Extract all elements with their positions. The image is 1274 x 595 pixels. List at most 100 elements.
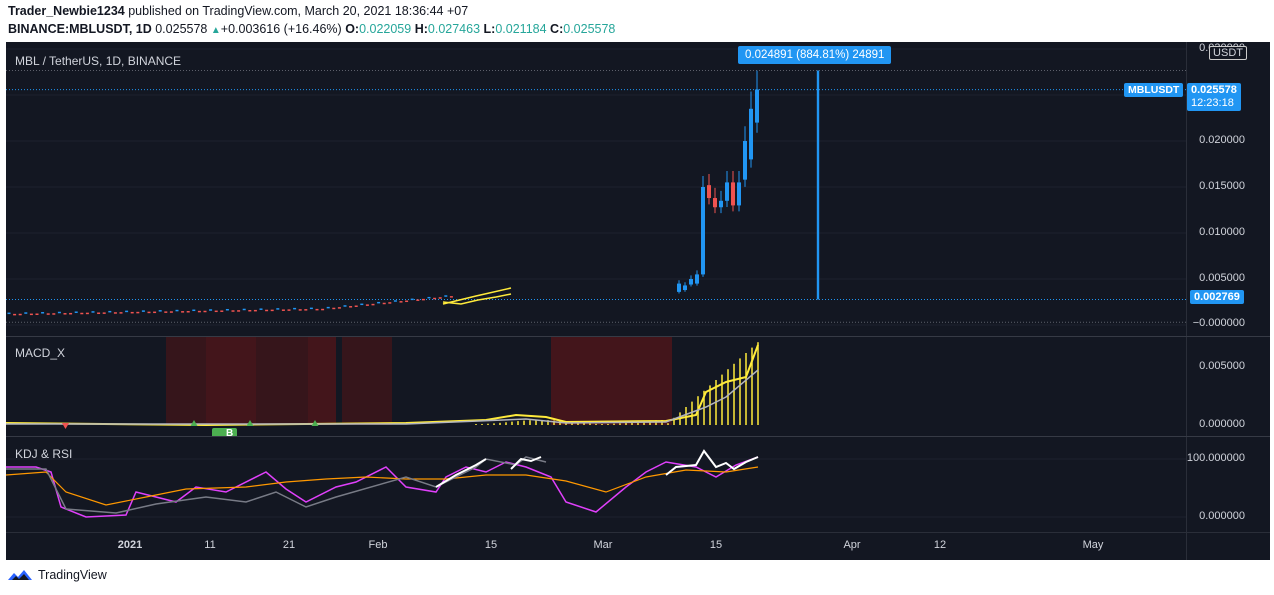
candle bbox=[46, 313, 50, 315]
candle bbox=[192, 309, 196, 312]
date-label: 15 bbox=[709, 539, 723, 551]
signal-zone bbox=[256, 337, 308, 425]
candle bbox=[141, 310, 145, 312]
publish-info: Trader_Newbie1234 published on TradingVi… bbox=[8, 4, 468, 18]
ohlc-line: BINANCE:MBLUSDT, 1D 0.025578 ▲+0.003616 … bbox=[8, 22, 615, 36]
d-line bbox=[6, 456, 759, 518]
candle bbox=[158, 310, 162, 312]
sell-arrow-icon bbox=[62, 423, 69, 429]
candle bbox=[52, 313, 56, 315]
price-change: +0.003616 (+16.46%) bbox=[220, 22, 342, 36]
candle bbox=[416, 299, 420, 301]
signal-zone bbox=[551, 337, 672, 425]
candle bbox=[181, 311, 185, 313]
macd-pane-title: MACD_X bbox=[15, 346, 66, 360]
footer: TradingView bbox=[8, 568, 107, 582]
candle bbox=[287, 309, 291, 311]
candle bbox=[265, 309, 269, 312]
candle bbox=[13, 313, 17, 316]
price-tick: −0.000000 bbox=[1192, 317, 1245, 329]
kdj-chart-svg[interactable] bbox=[6, 437, 1186, 532]
candle bbox=[248, 310, 252, 312]
candle bbox=[186, 311, 190, 313]
open-label: O: bbox=[345, 22, 360, 36]
measure-area bbox=[816, 70, 820, 300]
date-label: 2021 bbox=[117, 539, 143, 551]
date-axis[interactable]: 2021 11 21 Feb 15 Mar 15 Apr 12 May bbox=[6, 532, 1186, 560]
candle bbox=[689, 279, 693, 285]
candle bbox=[371, 303, 375, 306]
candle bbox=[147, 311, 151, 314]
candle bbox=[309, 307, 313, 310]
current-price-label: 0.025578 12:23:18 bbox=[1187, 83, 1241, 111]
date-label: Mar bbox=[593, 539, 613, 551]
candle bbox=[209, 309, 213, 311]
candle bbox=[225, 308, 229, 311]
k-line bbox=[435, 458, 487, 488]
measure-tooltip: 0.024891 (884.81%) 24891 bbox=[738, 46, 892, 64]
high-value: 0.027463 bbox=[427, 22, 481, 36]
currency-badge[interactable]: USDT bbox=[1209, 46, 1247, 60]
date-label: 11 bbox=[204, 539, 216, 551]
candle bbox=[35, 313, 39, 315]
publish-text: published on TradingView.com, March 20, … bbox=[128, 4, 469, 18]
footer-brand[interactable]: TradingView bbox=[38, 568, 107, 582]
low-label: L: bbox=[483, 22, 496, 36]
candle bbox=[281, 309, 285, 311]
candle bbox=[449, 296, 453, 298]
signal-zone bbox=[206, 337, 256, 425]
author-name[interactable]: Trader_Newbie1234 bbox=[8, 4, 125, 18]
kdj-tick: 100.000000 bbox=[1186, 452, 1245, 464]
last-price: 0.025578 bbox=[155, 22, 208, 36]
candle bbox=[427, 296, 431, 299]
candle bbox=[315, 308, 319, 311]
chart-container[interactable]: MBL / TetherUS, 1D, BINANCE 0.024891 (88… bbox=[6, 42, 1270, 560]
candle bbox=[74, 311, 78, 313]
candle bbox=[343, 305, 347, 307]
macd-axis[interactable]: 0.005000 0.000000 bbox=[1186, 337, 1270, 436]
candle bbox=[405, 300, 409, 303]
macd-tick: 0.005000 bbox=[1199, 360, 1245, 372]
date-label: 21 bbox=[282, 539, 296, 551]
candle bbox=[91, 311, 95, 313]
kdj-axis[interactable]: 100.000000 0.000000 bbox=[1186, 437, 1270, 532]
candle bbox=[18, 313, 22, 316]
axis-corner bbox=[1186, 532, 1270, 560]
candle bbox=[24, 312, 28, 314]
low-price-label: 0.002769 bbox=[1190, 290, 1244, 304]
symbol-line: BINANCE:MBLUSDT, 1D bbox=[8, 22, 152, 36]
candle bbox=[337, 307, 341, 309]
macd-chart-svg[interactable] bbox=[6, 337, 1186, 436]
signal-zone bbox=[308, 337, 336, 425]
candle bbox=[203, 310, 207, 313]
price-tick: 0.020000 bbox=[1199, 134, 1245, 146]
candle bbox=[701, 187, 705, 275]
macd-tick: 0.000000 bbox=[1199, 418, 1245, 430]
candle bbox=[725, 182, 729, 201]
candle bbox=[197, 310, 201, 313]
price-chart-svg[interactable] bbox=[6, 42, 1186, 336]
main-price-pane[interactable]: MBL / TetherUS, 1D, BINANCE 0.024891 (88… bbox=[6, 42, 1186, 336]
candle bbox=[421, 298, 425, 301]
low-value: 0.021184 bbox=[495, 22, 547, 36]
candle bbox=[41, 312, 45, 314]
tradingview-logo-icon[interactable] bbox=[8, 568, 32, 582]
candle bbox=[153, 311, 157, 314]
current-price: 0.025578 bbox=[1191, 84, 1237, 96]
candle bbox=[713, 198, 717, 208]
candle bbox=[57, 311, 61, 314]
candle bbox=[731, 182, 735, 206]
high-label: H: bbox=[414, 22, 428, 36]
candle bbox=[304, 309, 308, 311]
candle bbox=[102, 312, 106, 314]
date-label: 15 bbox=[484, 539, 498, 551]
signal-zone bbox=[342, 337, 392, 425]
candle bbox=[270, 309, 274, 312]
candle bbox=[119, 312, 123, 314]
k-line-muted bbox=[6, 456, 547, 514]
macd-pane[interactable]: MACD_X B bbox=[6, 337, 1186, 439]
kdj-pane[interactable]: KDJ & RSI bbox=[6, 437, 1186, 532]
candle bbox=[136, 311, 140, 314]
candle bbox=[410, 298, 414, 301]
candle bbox=[237, 310, 241, 312]
